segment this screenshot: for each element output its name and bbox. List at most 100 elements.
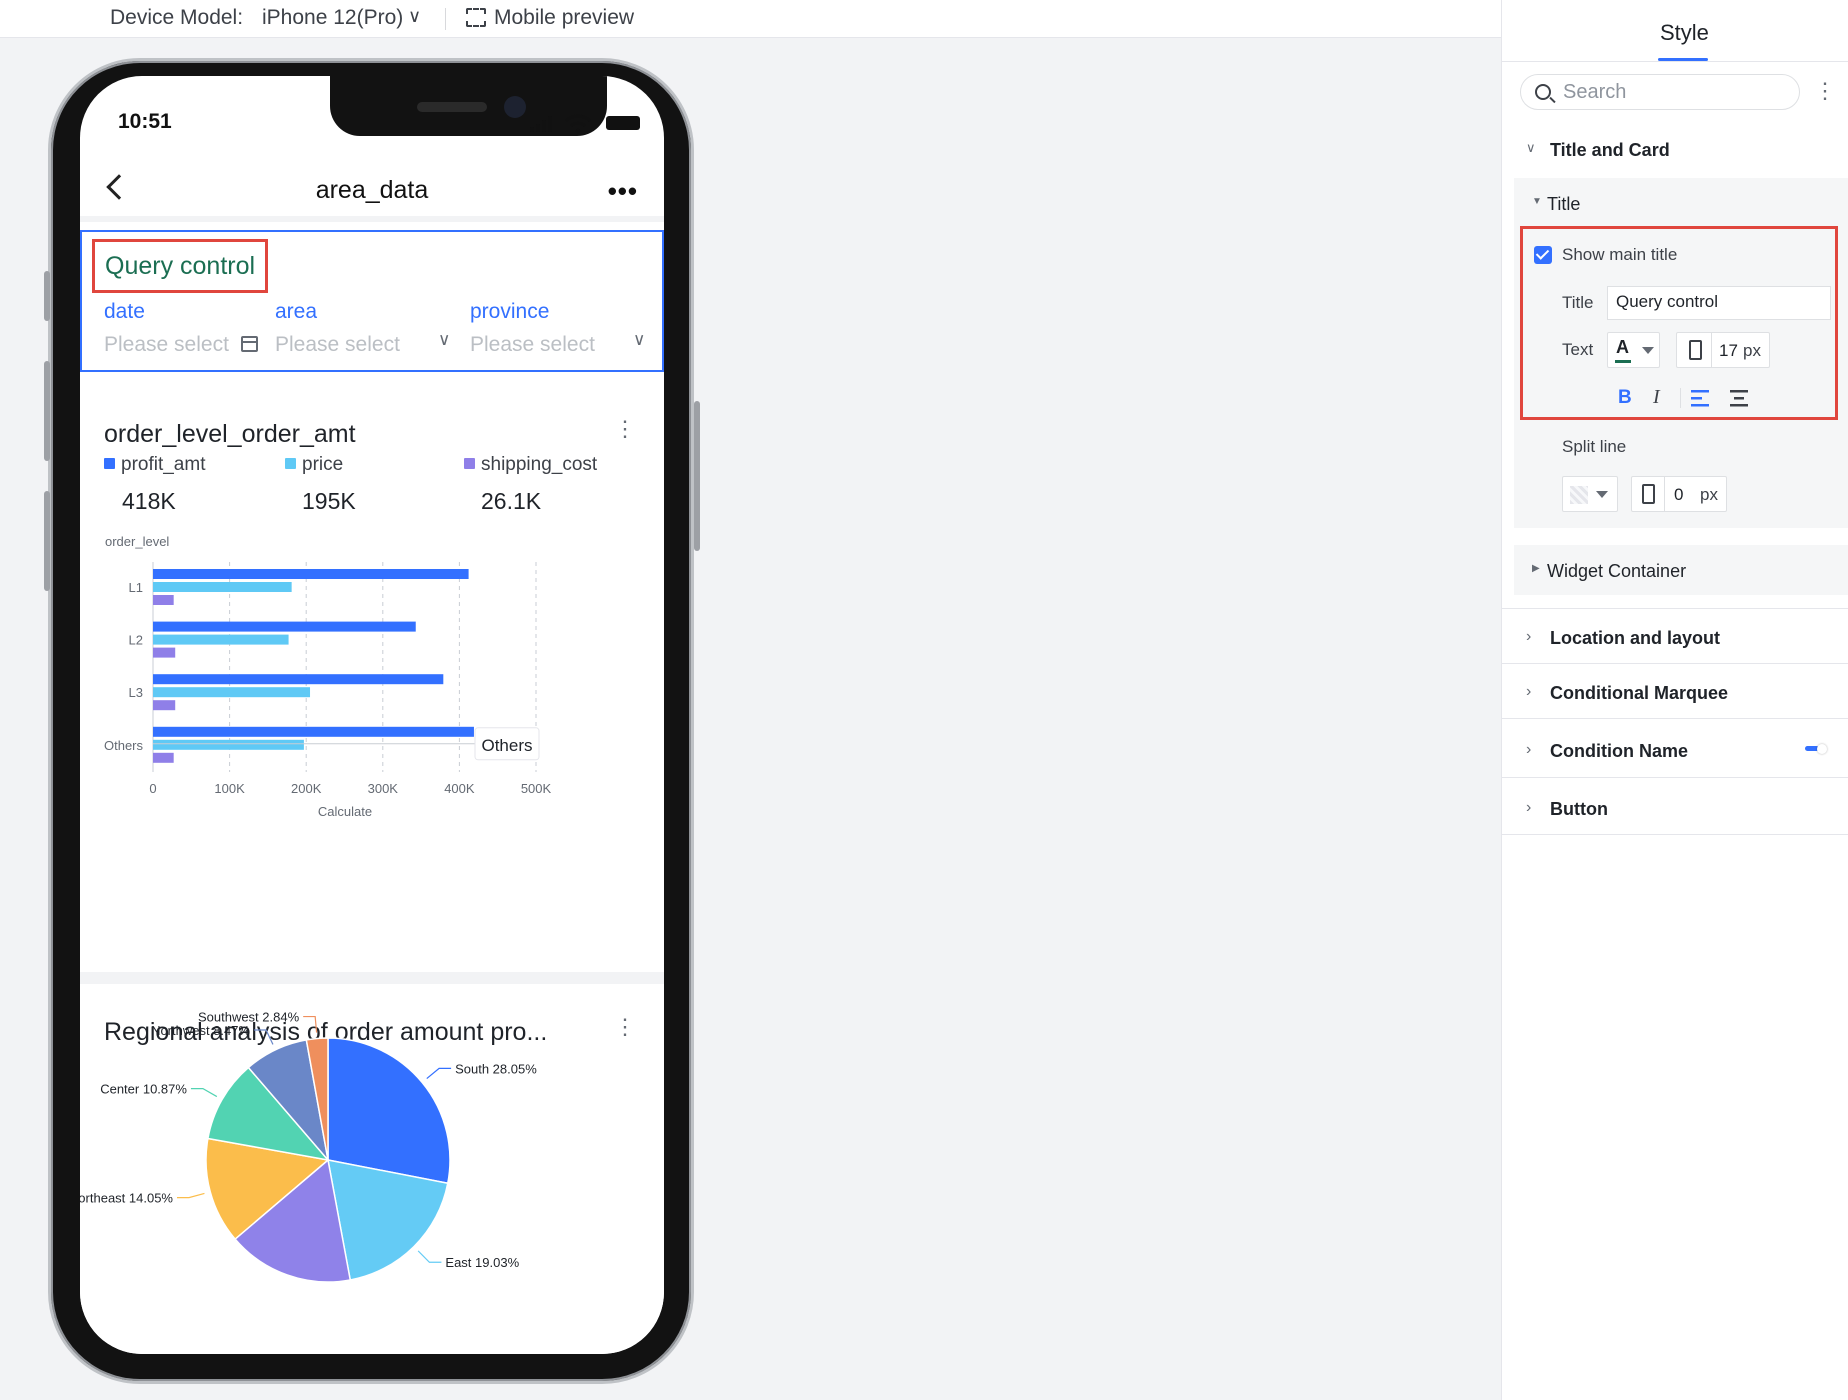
filter-province-select[interactable]: Please select bbox=[470, 333, 595, 357]
filter-label-area: area bbox=[275, 300, 318, 323]
mobile-preview-button[interactable]: Mobile preview bbox=[494, 6, 634, 30]
section-button[interactable]: › Button bbox=[1502, 799, 1848, 819]
bold-button[interactable]: B bbox=[1618, 387, 1632, 409]
chevron-down-icon[interactable]: ∨ bbox=[408, 6, 421, 27]
divider bbox=[1502, 608, 1848, 609]
leader-line bbox=[426, 1067, 452, 1080]
font-size-input[interactable]: 17 px bbox=[1676, 332, 1770, 368]
subsection-title[interactable]: ▼ Title bbox=[1502, 194, 1848, 214]
unit-label: px bbox=[1743, 341, 1761, 360]
align-left-icon[interactable] bbox=[1691, 389, 1709, 407]
title-field[interactable] bbox=[1607, 286, 1831, 320]
section-conditional-marquee[interactable]: › Conditional Marquee bbox=[1502, 683, 1848, 703]
bar bbox=[153, 726, 474, 737]
unit-label: px bbox=[1700, 485, 1718, 504]
text-label: Text bbox=[1562, 340, 1594, 359]
pie-label: Center 10.87% bbox=[100, 1082, 187, 1097]
filter-label-date: date bbox=[104, 300, 145, 323]
pie-chart[interactable]: South 28.05% East 19.03% Northeast 14.05% C… bbox=[80, 984, 664, 1354]
split-line-label: Split line bbox=[1562, 437, 1627, 456]
card-divider bbox=[80, 972, 664, 984]
font-color-icon: A bbox=[1616, 337, 1629, 357]
bar bbox=[153, 634, 289, 645]
style-panel: Style ⋮ ∨ Title and Card ▼ Title Show ma… bbox=[1501, 0, 1848, 1400]
transparent-swatch bbox=[1570, 486, 1588, 504]
align-center-icon[interactable] bbox=[1730, 389, 1748, 407]
y-tick-label: L3 bbox=[129, 685, 143, 700]
more-icon[interactable]: ••• bbox=[608, 176, 638, 207]
section-title-and-card[interactable]: ∨ Title and Card bbox=[1502, 140, 1848, 160]
split-size-value[interactable]: 0 bbox=[1674, 485, 1683, 505]
color-bar bbox=[1615, 360, 1631, 363]
section-widget-container[interactable]: ▶ Widget Container bbox=[1502, 561, 1848, 581]
x-tick-label: 500K bbox=[521, 781, 552, 796]
leader-line bbox=[176, 1192, 205, 1199]
filter-area-select[interactable]: Please select bbox=[275, 333, 400, 357]
split-line-color-picker[interactable] bbox=[1562, 476, 1618, 512]
signal-icon bbox=[530, 127, 534, 132]
chevron-down-icon[interactable]: ∨ bbox=[438, 330, 450, 350]
side-button bbox=[44, 361, 50, 461]
caret-right-icon: ▶ bbox=[1532, 563, 1540, 574]
pie-chart-card[interactable]: Regional analysis of order amount pro...… bbox=[80, 984, 664, 1354]
leader-line bbox=[190, 1088, 218, 1098]
bar bbox=[153, 621, 416, 632]
bar-chart-card[interactable]: order_level_order_amt ⋮ profit_amt price… bbox=[80, 372, 664, 972]
x-tick-label: 400K bbox=[444, 781, 475, 796]
nav-title: area_data bbox=[315, 176, 429, 204]
text-color-picker[interactable]: A bbox=[1607, 332, 1660, 368]
chevron-down-icon[interactable]: ∨ bbox=[633, 330, 645, 350]
bar bbox=[153, 674, 444, 685]
divider bbox=[1680, 388, 1681, 408]
italic-button[interactable]: I bbox=[1653, 386, 1660, 409]
filter-date-input[interactable]: Please select bbox=[104, 333, 229, 357]
mobile-preview-icon[interactable] bbox=[466, 8, 486, 27]
section-location-and-layout[interactable]: › Location and layout bbox=[1502, 628, 1848, 648]
wifi-icon bbox=[564, 114, 592, 134]
show-main-title-label: Show main title bbox=[1562, 245, 1678, 264]
leader-line bbox=[417, 1250, 442, 1263]
x-tick-label: 0 bbox=[149, 781, 156, 796]
chevron-right-icon: › bbox=[1526, 799, 1532, 816]
device-model-label: Device Model: bbox=[110, 6, 244, 29]
split-line-size-input[interactable]: 0 px bbox=[1631, 476, 1727, 512]
search-input[interactable] bbox=[1563, 80, 1783, 104]
y-tick-label: L2 bbox=[129, 633, 143, 648]
caret-down-icon: ▼ bbox=[1532, 196, 1542, 207]
search-box[interactable] bbox=[1520, 74, 1800, 110]
x-tick-label: 300K bbox=[368, 781, 399, 796]
bar bbox=[153, 595, 174, 605]
condition-name-toggle[interactable] bbox=[1805, 744, 1829, 754]
chevron-right-icon: › bbox=[1526, 741, 1532, 758]
bar bbox=[153, 647, 176, 658]
chevron-down-icon: ∨ bbox=[1526, 140, 1536, 155]
show-main-title-checkbox[interactable] bbox=[1534, 246, 1552, 264]
title-input[interactable] bbox=[1616, 292, 1816, 312]
kebab-icon[interactable]: ⋮ bbox=[1814, 78, 1836, 104]
tab-style[interactable]: Style bbox=[1660, 20, 1709, 46]
mobile-icon bbox=[1689, 340, 1702, 360]
divider bbox=[1711, 333, 1712, 367]
font-size-value[interactable]: 17 bbox=[1719, 341, 1738, 361]
pie-label: South 28.05% bbox=[455, 1061, 537, 1076]
chevron-right-icon: › bbox=[1526, 628, 1532, 645]
side-button bbox=[44, 271, 50, 321]
x-axis-title: Calculate bbox=[318, 804, 372, 819]
section-label: Button bbox=[1550, 799, 1608, 819]
speaker bbox=[417, 102, 487, 112]
pie-label: Southwest 2.84% bbox=[198, 1010, 300, 1025]
pie-label: Northwest 8.47% bbox=[151, 1023, 250, 1038]
bar-chart[interactable]: order_level 0 100K 200K 300K 400K 500K Calculat… bbox=[80, 372, 664, 972]
section-condition-name[interactable]: › Condition Name bbox=[1502, 741, 1848, 761]
signal-icon bbox=[536, 124, 540, 132]
nav-bar: area_data ••• bbox=[80, 164, 664, 222]
device-model-select[interactable]: iPhone 12(Pro) bbox=[262, 6, 403, 30]
status-icons bbox=[530, 114, 640, 134]
side-button bbox=[694, 401, 700, 551]
section-label: Conditional Marquee bbox=[1550, 683, 1729, 703]
x-tick-label: 200K bbox=[291, 781, 322, 796]
bar bbox=[153, 687, 311, 698]
side-button bbox=[44, 491, 50, 591]
calendar-icon[interactable] bbox=[241, 336, 258, 352]
query-control-widget[interactable]: Query control date Please select area Pl… bbox=[80, 230, 664, 372]
